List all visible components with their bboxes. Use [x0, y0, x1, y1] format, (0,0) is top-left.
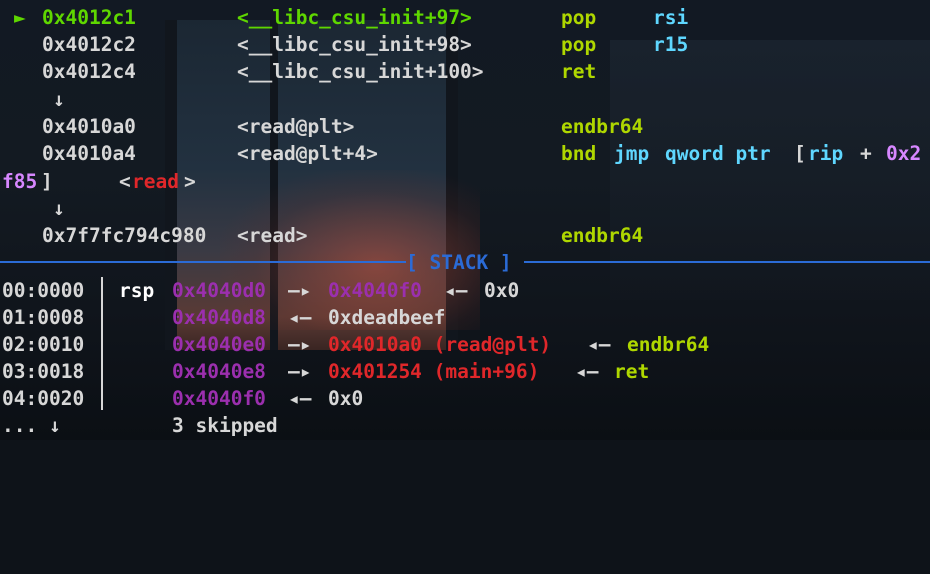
value-arrow: ◂— [288, 306, 312, 329]
stack-header-label: [ STACK ] [406, 251, 512, 274]
instruction-mnemonic: jmp [614, 142, 650, 165]
instruction-address: 0x4012c1 [42, 6, 136, 29]
stack-divider-left [0, 261, 406, 263]
stack-row[interactable]: 03:0018 0x4040e8 —▸ 0x401254 (main+96) ◂… [0, 358, 649, 385]
symbol-open: < [119, 170, 131, 193]
operand-immediate-continued: f85 [2, 170, 38, 193]
instruction-symbol: <read@plt> [237, 115, 355, 138]
instruction-mnemonic-prefix: bnd [561, 142, 597, 165]
terminal-output: ► 0x4012c1 <__libc_csu_init+97> pop rsi … [0, 0, 930, 440]
instruction-mnemonic: pop [561, 33, 597, 56]
instruction-mnemonic: ret [561, 60, 597, 83]
stack-header: [ STACK ] [0, 249, 512, 276]
code-pointer-value: 0x401254 (main+96) [328, 360, 540, 383]
target-symbol: read [132, 170, 179, 193]
stack-offset: 00:0000 [2, 279, 85, 302]
stack-divider-right [524, 261, 930, 263]
instruction-symbol: <read> [237, 224, 308, 247]
stack-pointer-value: 0x4040f0 [328, 279, 422, 302]
instruction-operand: rsi [653, 6, 689, 29]
instruction-operand-size: qword ptr [665, 142, 771, 165]
stack-offset: 03:0018 [2, 360, 85, 383]
instruction-address: 0x7f7fc794c980 [42, 224, 207, 247]
stack-row[interactable]: 04:0020 0x4040f0 ◂— 0x0 [0, 385, 363, 412]
stack-offset: 04:0020 [2, 387, 85, 410]
disasm-line[interactable]: 0x4010a4 <read@plt+4> bnd jmp qword ptr … [0, 140, 921, 167]
instruction-address: 0x4010a4 [42, 142, 136, 165]
stack-offset-separator [101, 277, 103, 410]
stack-address: 0x4040d8 [172, 306, 266, 329]
disasm-line[interactable]: 0x4012c2 <__libc_csu_init+98> pop r15 [0, 31, 688, 58]
pointer-arrow: —▸ [288, 360, 312, 383]
skipped-indicator: ... ↓ [2, 414, 61, 437]
stack-row[interactable]: 01:0008 0x4040d8 ◂— 0xdeadbeef [0, 304, 445, 331]
operand-register: rip [808, 142, 844, 165]
instruction-address: 0x4012c4 [42, 60, 136, 83]
instruction-symbol: <read@plt+4> [237, 142, 378, 165]
instruction-mnemonic: endbr64 [561, 224, 644, 247]
instruction-mnemonic: pop [561, 6, 597, 29]
operand-plus: + [860, 142, 872, 165]
disasm-line[interactable]: 0x4012c4 <__libc_csu_init+100> ret [0, 58, 596, 85]
stack-address: 0x4040d0 [172, 279, 266, 302]
instruction-symbol: <__libc_csu_init+98> [237, 33, 472, 56]
stack-address: 0x4040e0 [172, 333, 266, 356]
stack-offset: 01:0008 [2, 306, 85, 329]
stack-row[interactable]: 02:0010 0x4040e0 —▸ 0x4010a0 (read@plt) … [0, 331, 709, 358]
disasm-line[interactable]: 0x4010a0 <read@plt> endbr64 [0, 113, 643, 140]
instruction-operand: r15 [653, 33, 689, 56]
stack-offset: 02:0010 [2, 333, 85, 356]
value-arrow: ◂— [575, 360, 599, 383]
stack-value: 0x0 [484, 279, 520, 302]
instruction-symbol: <__libc_csu_init+100> [237, 60, 484, 83]
down-arrow-icon: ↓ [53, 197, 65, 220]
stack-address: 0x4040e8 [172, 360, 266, 383]
stack-value: 0xdeadbeef [328, 306, 446, 329]
value-arrow: ◂— [587, 333, 611, 356]
stack-instruction: ret [614, 360, 650, 383]
operand-bracket: ] [41, 170, 53, 193]
stack-address: 0x4040f0 [172, 387, 266, 410]
instruction-address: 0x4010a0 [42, 115, 136, 138]
stack-skipped-row: ... ↓ 3 skipped [0, 412, 278, 439]
down-arrow-icon: ↓ [53, 88, 65, 111]
stack-instruction: endbr64 [627, 333, 710, 356]
stack-row[interactable]: 00:0000 rsp 0x4040d0 —▸ 0x4040f0 ◂— 0x0 [0, 277, 519, 304]
value-arrow: ◂— [288, 387, 312, 410]
symbol-close: > [184, 170, 196, 193]
operand-bracket: [ [794, 142, 806, 165]
instruction-mnemonic: endbr64 [561, 115, 644, 138]
current-instruction-arrow: ► [14, 6, 26, 29]
instruction-address: 0x4012c2 [42, 33, 136, 56]
jump-indicator: ↓ [0, 86, 65, 113]
operand-immediate: 0x2 [886, 142, 922, 165]
pointer-arrow: —▸ [288, 279, 312, 302]
value-arrow: ◂— [444, 279, 468, 302]
code-pointer-value: 0x4010a0 (read@plt) [328, 333, 552, 356]
stack-value: 0x0 [328, 387, 364, 410]
disasm-line-current[interactable]: ► 0x4012c1 <__libc_csu_init+97> pop rsi [0, 4, 688, 31]
instruction-symbol: <__libc_csu_init+97> [237, 6, 472, 29]
jump-indicator: ↓ [0, 195, 65, 222]
disasm-line[interactable]: 0x7f7fc794c980 <read> endbr64 [0, 222, 643, 249]
pointer-arrow: —▸ [288, 333, 312, 356]
disasm-line-wrapped: f85 ] < read > [0, 168, 196, 195]
skipped-count: 3 skipped [172, 414, 278, 437]
stack-register: rsp [119, 279, 155, 302]
